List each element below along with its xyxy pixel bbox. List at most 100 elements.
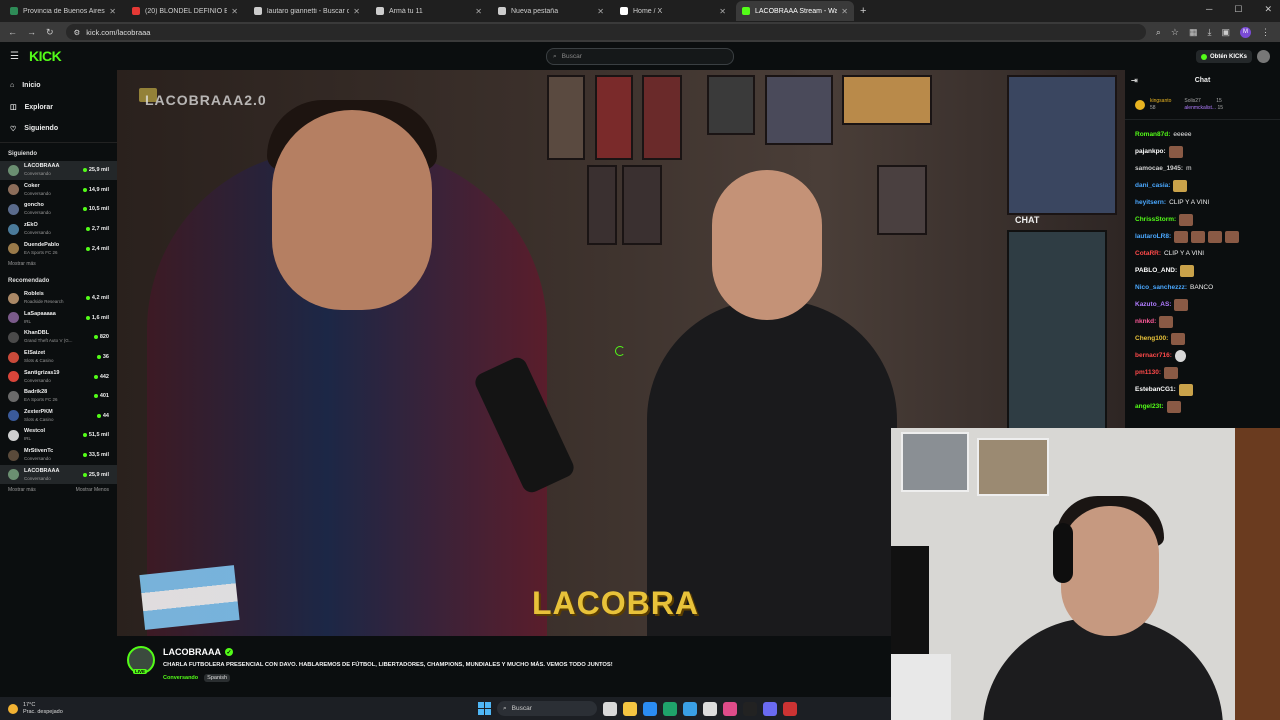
sidebar-nav-siguiendo[interactable]: ♡ Siguiendo bbox=[0, 118, 117, 140]
chat-username[interactable]: dani_casia: bbox=[1135, 182, 1170, 189]
chat-username[interactable]: Cheng100: bbox=[1135, 335, 1168, 342]
chat-username[interactable]: EstebanCG1: bbox=[1135, 386, 1176, 393]
channel-item[interactable]: LACOBRAAA Conversando 25,9 mil bbox=[0, 160, 117, 181]
chat-username[interactable]: ChrissStorm: bbox=[1135, 216, 1176, 223]
browser-menu-icon[interactable]: ⋮ bbox=[1261, 27, 1270, 38]
taskbar-app-icon[interactable] bbox=[763, 701, 777, 716]
taskbar-app-icon[interactable] bbox=[603, 701, 617, 716]
back-icon[interactable]: ← bbox=[8, 27, 17, 38]
url-field[interactable]: ⚙ kick.com/lacobraaa bbox=[65, 24, 1146, 40]
get-kicks-button[interactable]: Obtén KICKs bbox=[1195, 50, 1252, 63]
tab-close-icon[interactable]: ✕ bbox=[597, 7, 604, 16]
channel-item[interactable]: DuendePablo EA Sports FC 26 2,4 mil bbox=[0, 239, 117, 259]
channel-item[interactable]: KhanDBL Grand Theft Auto V (G... 820 bbox=[0, 328, 117, 348]
taskbar-app-icon[interactable] bbox=[663, 701, 677, 716]
extensions-icon[interactable]: ▦ bbox=[1189, 27, 1198, 38]
chat-username[interactable]: samocae_1945: bbox=[1135, 165, 1183, 172]
downloads-icon[interactable]: ⤓ bbox=[1208, 27, 1212, 38]
site-info-icon[interactable]: ⚙ bbox=[74, 28, 81, 37]
windows-start-icon[interactable] bbox=[478, 702, 491, 715]
chat-username[interactable]: Roman87d: bbox=[1135, 131, 1170, 138]
browser-tab[interactable]: Home / X ✕ bbox=[614, 1, 732, 21]
tab-close-icon[interactable]: ✕ bbox=[231, 7, 238, 16]
channel-name[interactable]: LACOBRAAA bbox=[163, 647, 221, 657]
chat-username[interactable]: heyitsern: bbox=[1135, 199, 1166, 206]
show-more-following-link[interactable]: Mostrar más bbox=[8, 261, 36, 267]
wall-poster bbox=[877, 165, 927, 235]
taskbar-app-icon[interactable] bbox=[783, 701, 797, 716]
zoom-icon[interactable]: ⌕ bbox=[1156, 27, 1161, 38]
search-icon: ⌕ bbox=[503, 704, 507, 712]
sidebar-nav-inicio[interactable]: ⌂ Inicio bbox=[0, 75, 117, 97]
viewer-count: 2,7 mil bbox=[85, 226, 109, 232]
taskbar-app-icon[interactable] bbox=[703, 701, 717, 716]
following-list: LACOBRAAA Conversando 25,9 mil Coker Convers… bbox=[0, 160, 117, 259]
chat-username[interactable]: lautaroLR8: bbox=[1135, 233, 1171, 240]
browser-tab[interactable]: Nueva pestaña ✕ bbox=[492, 1, 610, 21]
collapse-chat-icon[interactable]: ⇥ bbox=[1131, 76, 1138, 85]
bookmark-star-icon[interactable]: ☆ bbox=[1171, 27, 1179, 38]
taskbar-app-icon[interactable] bbox=[643, 701, 657, 716]
forward-icon[interactable]: → bbox=[27, 27, 36, 38]
channel-item[interactable]: Badrik28 EA Sports FC 26 401 bbox=[0, 386, 117, 406]
search-input[interactable]: ⌕ Buscar bbox=[546, 48, 734, 65]
tab-title: lautaro giannetti - Buscar con G bbox=[267, 7, 350, 15]
stream-category-link[interactable]: Conversando bbox=[163, 675, 198, 681]
chat-username[interactable]: pajankpo: bbox=[1135, 148, 1166, 155]
maximize-icon[interactable]: ☐ bbox=[1234, 4, 1242, 15]
channel-item[interactable]: Robleis Roadside Research 4,2 mil bbox=[0, 288, 117, 308]
profile-avatar[interactable]: M bbox=[1240, 26, 1251, 38]
show-more-link[interactable]: Mostrar más bbox=[8, 487, 36, 493]
new-tab-button[interactable]: + bbox=[860, 5, 866, 17]
chat-username[interactable]: nknkd: bbox=[1135, 318, 1156, 325]
tab-close-icon[interactable]: ✕ bbox=[109, 7, 116, 16]
tab-close-icon[interactable]: ✕ bbox=[353, 7, 360, 16]
taskbar-app-icon[interactable] bbox=[743, 701, 757, 716]
browser-tab[interactable]: Provincia de Buenos Aires | ✕ bbox=[4, 1, 122, 21]
tab-close-icon[interactable]: ✕ bbox=[719, 7, 726, 16]
channel-item[interactable]: Westcol IRL 51,5 mil bbox=[0, 426, 117, 446]
hamburger-menu-icon[interactable]: ☰ bbox=[10, 51, 19, 62]
channel-item[interactable]: Coker Conversando 14,9 mil bbox=[0, 180, 117, 200]
language-tag[interactable]: Spanish bbox=[204, 674, 231, 682]
show-less-link[interactable]: Mostrar Menos bbox=[76, 487, 109, 493]
chat-username[interactable]: Kazuto_AS: bbox=[1135, 301, 1171, 308]
address-bar-row: ← → ↻ ⚙ kick.com/lacobraaa ⌕ ☆ ▦ ⤓ ▣ M ⋮ bbox=[0, 22, 1280, 42]
channel-item[interactable]: LACOBRAAA Conversando 25,9 mil bbox=[0, 464, 117, 485]
channel-item[interactable]: goncho Conversando 10,5 mil bbox=[0, 200, 117, 220]
weather-widget[interactable]: 17°C Prac. despejado bbox=[8, 702, 63, 716]
gifter-name[interactable]: Solis27 bbox=[1184, 98, 1200, 104]
minimize-icon[interactable]: ─ bbox=[1206, 4, 1212, 15]
channel-item[interactable]: MrStivenTc Conversando 33,5 mil bbox=[0, 445, 117, 465]
sidebar-nav-explorar[interactable]: ◫ Explorar bbox=[0, 97, 117, 119]
channel-item[interactable]: LaSapaaaaa IRL 1,6 mil bbox=[0, 308, 117, 328]
tab-close-icon[interactable]: ✕ bbox=[475, 7, 482, 16]
chat-username[interactable]: pm1130: bbox=[1135, 369, 1161, 376]
browser-tab[interactable]: lautaro giannetti - Buscar con G✕ bbox=[248, 1, 366, 21]
browser-tab[interactable]: (20) BLONDEL DEFINIÓ BIEN. L✕ bbox=[126, 1, 244, 21]
browser-tab[interactable]: LACOBRAAA Stream - Watch Li✕ bbox=[736, 1, 854, 21]
taskbar-app-icon[interactable] bbox=[683, 701, 697, 716]
chat-username[interactable]: CotaRR: bbox=[1135, 250, 1161, 257]
channel-info: ZexterPKM Slots & Casino bbox=[24, 409, 97, 423]
browser-tab[interactable]: Armá tu 11 ✕ bbox=[370, 1, 488, 21]
reload-icon[interactable]: ↻ bbox=[46, 27, 54, 38]
chat-username[interactable]: angel23t: bbox=[1135, 403, 1164, 410]
taskbar-search[interactable]: ⌕ Buscar bbox=[497, 701, 597, 716]
user-avatar[interactable] bbox=[1257, 50, 1270, 63]
channel-item[interactable]: ZexterPKM Slots & Casino 44 bbox=[0, 406, 117, 426]
chat-username[interactable]: bernacr716: bbox=[1135, 352, 1172, 359]
gifter-name[interactable]: alenmckalist... bbox=[1184, 105, 1216, 111]
channel-item[interactable]: ElSaizet Slots & Casino 36 bbox=[0, 347, 117, 367]
chat-username[interactable]: Nico_sanchezzz: bbox=[1135, 284, 1187, 291]
top-gifter-name[interactable]: kingsanto bbox=[1150, 98, 1171, 105]
taskbar-app-icon[interactable] bbox=[723, 701, 737, 716]
channel-item[interactable]: Santigrizas19 Conversando 442 bbox=[0, 367, 117, 387]
chat-username[interactable]: PABLO_AND: bbox=[1135, 267, 1177, 274]
taskbar-app-icon[interactable] bbox=[623, 701, 637, 716]
kick-logo[interactable]: KICK bbox=[29, 48, 62, 64]
tab-close-icon[interactable]: ✕ bbox=[841, 7, 848, 16]
close-window-icon[interactable]: ✕ bbox=[1264, 4, 1272, 15]
sidepanel-icon[interactable]: ▣ bbox=[1221, 27, 1230, 38]
channel-item[interactable]: zEkO Conversando 2,7 mil bbox=[0, 219, 117, 239]
